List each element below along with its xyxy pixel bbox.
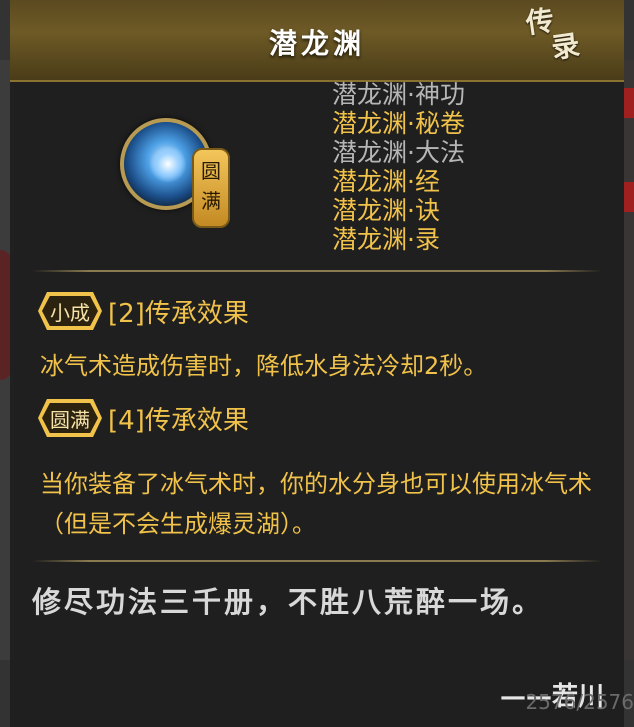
completion-badge-char: 满 bbox=[201, 189, 221, 213]
background-red-marker bbox=[624, 88, 634, 118]
tier-badge: 小成 bbox=[38, 292, 102, 330]
effect-title: [4]传承效果 bbox=[108, 405, 249, 436]
inheritance-tag: 传 录 bbox=[524, 2, 592, 70]
related-name: 潜龙渊·秘卷 bbox=[332, 109, 465, 138]
effect-title: [2]传承效果 bbox=[108, 298, 249, 329]
related-name: 潜龙渊·大法 bbox=[332, 138, 465, 167]
divider bbox=[32, 270, 602, 272]
tier-badge: 圆满 bbox=[38, 399, 102, 437]
divider bbox=[32, 560, 602, 562]
tooltip-header: 潜龙渊 传 录 bbox=[10, 0, 624, 82]
related-name: 潜龙渊·诀 bbox=[332, 196, 440, 225]
related-name: 潜龙渊·经 bbox=[332, 167, 440, 196]
effect-header: 圆满 [4]传承效果 bbox=[38, 397, 249, 439]
completion-badge: 圆 满 bbox=[192, 148, 230, 228]
effect-description: 当你装备了冰气术时，你的水分身也可以使用冰气术（但是不会生成爆灵湖）。 bbox=[40, 470, 592, 538]
related-name: 潜龙渊·神功 bbox=[332, 80, 465, 109]
effect-header: 小成 [2]传承效果 bbox=[38, 290, 249, 332]
flavor-poem: 修尽功法三千册，不胜八荒醉一场。 bbox=[32, 585, 545, 619]
background-red-marker bbox=[624, 182, 634, 212]
related-names-list: 潜龙渊·神功 潜龙渊·秘卷 潜龙渊·大法 潜龙渊·经 潜龙渊·诀 潜龙渊·录 bbox=[332, 80, 552, 254]
inheritance-tag-char: 录 bbox=[549, 28, 582, 65]
skill-icon: 圆 满 bbox=[120, 118, 230, 228]
tier-badge-label: 小成 bbox=[50, 300, 90, 325]
related-name: 潜龙渊·录 bbox=[332, 225, 440, 254]
background-counter: 2576/2576 bbox=[525, 690, 634, 714]
completion-badge-char: 圆 bbox=[201, 159, 221, 183]
tier-badge-label: 圆满 bbox=[50, 407, 90, 432]
effect-description: 冰气术造成伤害时，降低水身法冷却2秒。 bbox=[40, 352, 488, 380]
tooltip-panel: 潜龙渊 传 录 圆 满 潜龙渊·神功 潜龙渊·秘卷 潜龙渊·大法 潜龙渊·经 潜… bbox=[10, 0, 624, 727]
